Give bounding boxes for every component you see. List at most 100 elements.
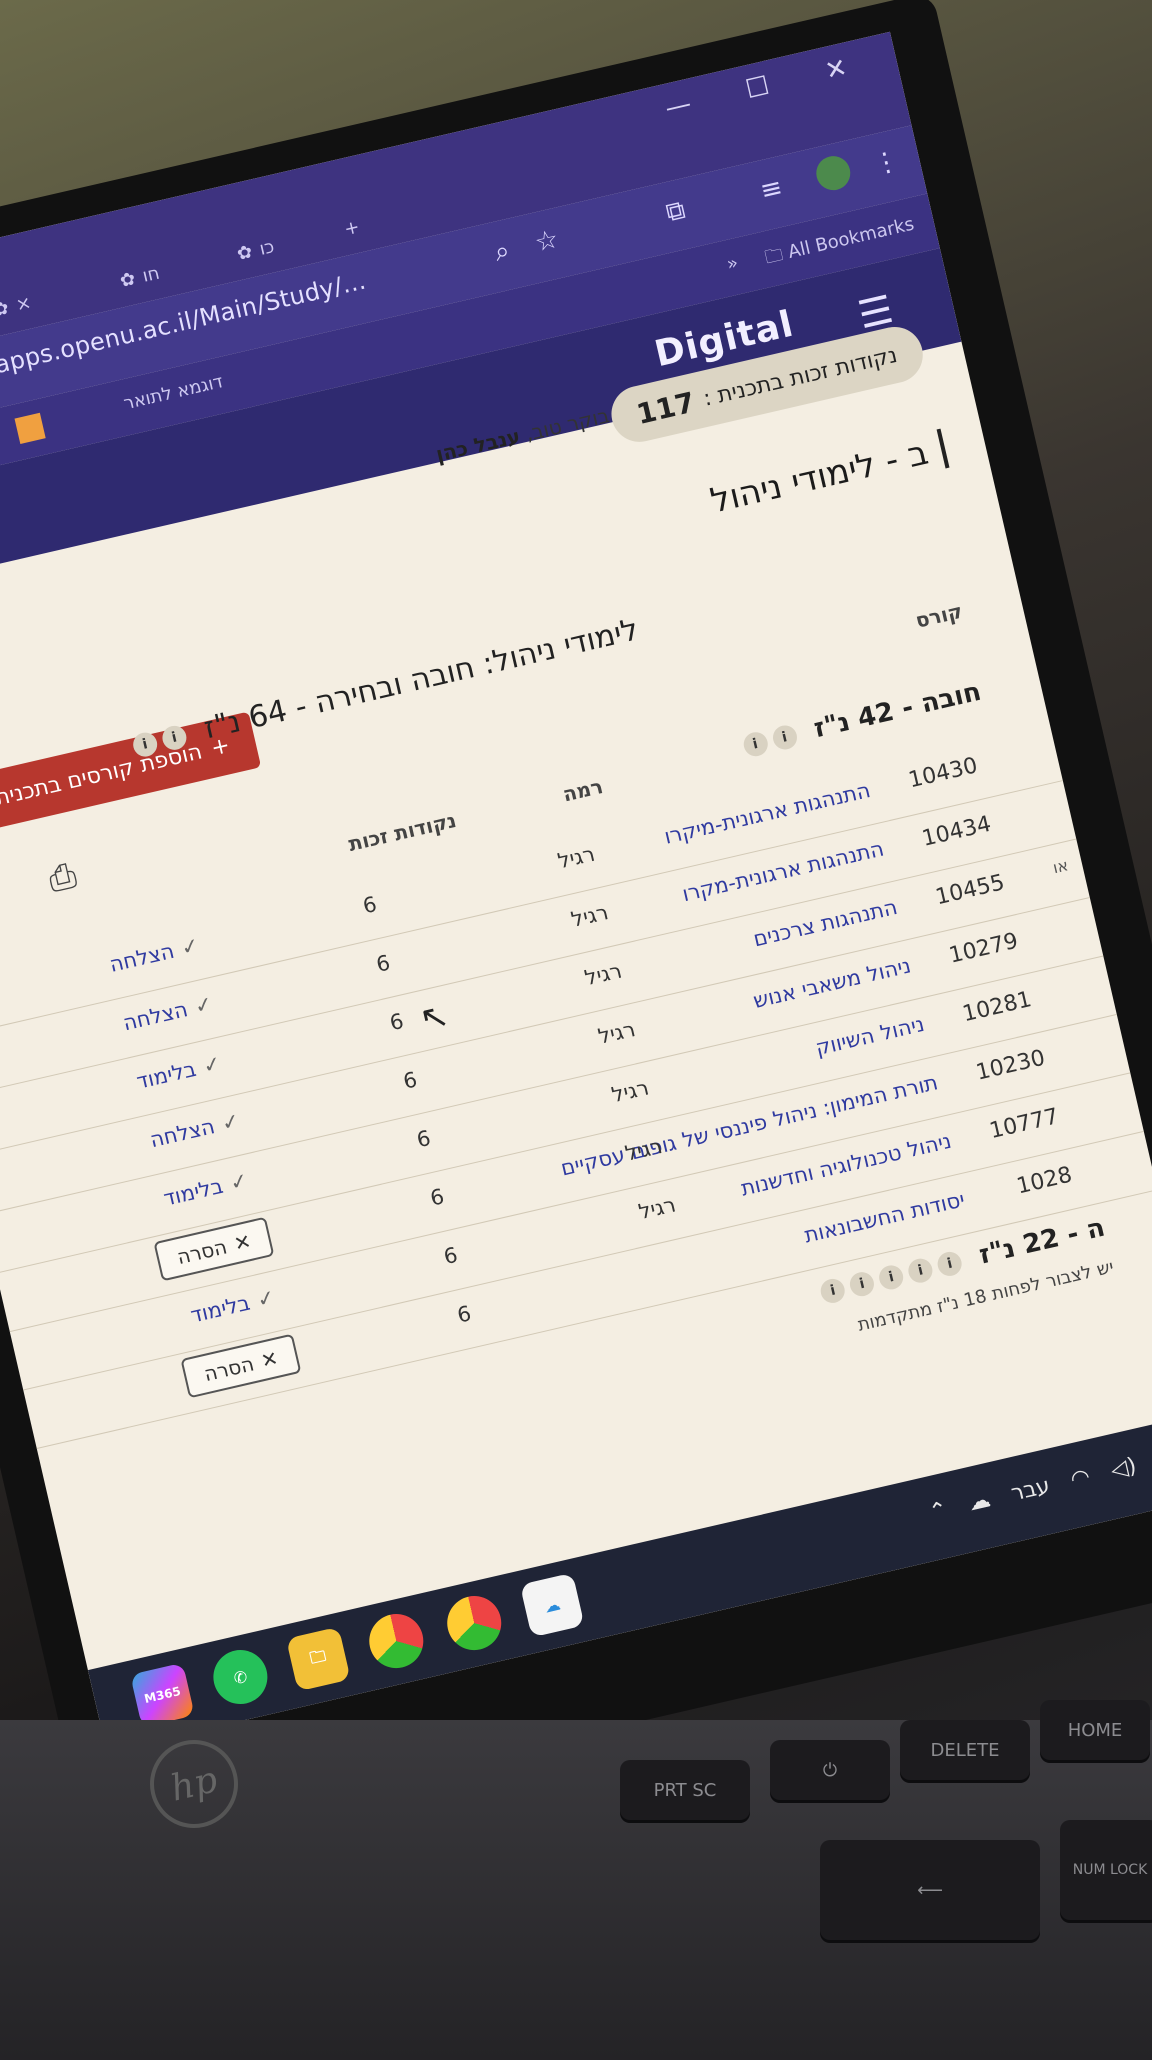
bookmark-icon[interactable] (14, 412, 46, 444)
check-icon: ✓ (219, 1108, 242, 1136)
course-level: רגיל (568, 900, 611, 932)
plus-icon: + (342, 215, 362, 240)
course-points: 6 (455, 1301, 474, 1328)
icloud-icon[interactable]: ☁ (519, 1572, 585, 1638)
course-points: 6 (401, 1067, 420, 1094)
chevron-up-icon[interactable]: ⌃ (927, 1497, 951, 1526)
or-label: או (1051, 855, 1070, 878)
maximize-icon[interactable]: ☐ (743, 71, 772, 105)
key-power: ⏻ (770, 1740, 890, 1800)
tab-close-icon[interactable]: × (14, 292, 33, 316)
course-level: רגיל (555, 841, 598, 874)
info-icon[interactable]: i (876, 1262, 906, 1292)
course-level: רגיל (582, 958, 624, 991)
course-code: 10281 (960, 987, 1035, 1028)
course-status: ✓ הצלחה (121, 991, 215, 1035)
course-level: רגיל (636, 1192, 678, 1225)
column-header-points: נקודות זכות (346, 807, 459, 857)
key-home: HOME (1040, 1700, 1150, 1760)
onedrive-icon[interactable]: ☁ (966, 1487, 993, 1516)
info-icon[interactable]: i (935, 1248, 965, 1278)
whatsapp-icon[interactable]: ✆ (208, 1644, 273, 1710)
display: ✿ ני ✿ × ✿ חו ✿ כו + — ☐ ✕ ⇌ (0, 31, 1152, 1753)
status-label: הצלחה (120, 997, 190, 1036)
check-icon: ✓ (227, 1168, 251, 1196)
course-code: 10279 (946, 928, 1021, 969)
course-code: 1028 (1014, 1162, 1075, 1200)
info-icon[interactable]: i (130, 729, 160, 759)
more-menu-icon[interactable]: ⋮ (870, 145, 902, 180)
tab-label: כו (257, 235, 277, 260)
course-code: 10434 (919, 811, 994, 852)
status-label: בלימוד (161, 1173, 226, 1211)
course-level: רגיל (595, 1017, 638, 1049)
key-backspace: ⟵ (820, 1840, 1040, 1940)
info-icon[interactable]: i (770, 722, 799, 752)
course-status: ✓ הצלחה (107, 933, 201, 977)
laptop-screen: ✿ ני ✿ × ✿ חו ✿ כו + — ☐ ✕ ⇌ (0, 0, 1152, 1849)
wifi-icon[interactable]: ◠ (1068, 1464, 1092, 1493)
m365-icon[interactable]: M365 (130, 1662, 195, 1728)
course-code: 10430 (906, 753, 981, 794)
info-icon[interactable]: i (906, 1255, 935, 1285)
status-label: הצלחה (107, 938, 177, 977)
group-mandatory-label: חובה - 42 נ"ז (811, 676, 984, 745)
info-icon[interactable]: i (159, 722, 189, 752)
more-bookmarks-icon[interactable]: » (725, 252, 740, 275)
all-bookmarks-label: All Bookmarks (786, 213, 917, 263)
course-points: 6 (360, 891, 379, 919)
new-tab-button[interactable]: + (326, 202, 378, 255)
requirement-title: לימודי ניהול: חובה ובחירה - 64 נ"ז i i (129, 612, 642, 763)
print-icon[interactable]: ⎙ (45, 855, 81, 900)
check-icon: ✓ (200, 1051, 224, 1079)
tab-icon: ✿ (117, 267, 138, 292)
m365-label: M365 (142, 1684, 183, 1707)
course-code: 10230 (973, 1045, 1048, 1086)
section-title: ב - לימודי ניהול (706, 428, 950, 522)
check-icon: ✓ (178, 932, 202, 961)
minimize-icon[interactable]: — (662, 89, 694, 124)
check-icon: ✓ (254, 1284, 278, 1313)
course-status: ✓ בלימוד (188, 1285, 277, 1328)
file-explorer-icon[interactable]: 🗀 (285, 1626, 351, 1692)
language-indicator[interactable]: עבר (1009, 1473, 1053, 1506)
status-label: בלימוד (188, 1290, 253, 1328)
star-icon[interactable]: ☆ (532, 224, 561, 258)
key-delete: DELETE (900, 1720, 1030, 1780)
info-icon[interactable]: i (740, 729, 770, 759)
course-points: 6 (441, 1242, 460, 1270)
key-prtsc: PRT SC (620, 1760, 750, 1820)
course-points: 6 (428, 1184, 447, 1211)
course-code: 10777 (987, 1104, 1062, 1145)
reading-list-icon[interactable]: ≡ (757, 172, 785, 206)
zoom-icon[interactable]: ⌕ (492, 235, 513, 268)
bookmark-example[interactable]: דוגמא לתואר (122, 371, 225, 414)
course-level: רגיל (622, 1133, 665, 1166)
profile-avatar[interactable] (812, 152, 854, 194)
column-header-level: רמה (560, 774, 606, 807)
status-label: הצלחה (147, 1114, 217, 1153)
volume-icon[interactable]: ◁) (1108, 1453, 1138, 1483)
course-points: 6 (414, 1125, 433, 1153)
course-points: 6 (387, 1008, 406, 1036)
course-status: ✓ הצלחה (148, 1108, 242, 1152)
close-icon: ✕ (258, 1345, 281, 1373)
info-icon[interactable]: i (847, 1269, 877, 1299)
status-label: בלימוד (134, 1056, 199, 1094)
close-window-icon[interactable]: ✕ (822, 53, 850, 87)
course-name[interactable]: ניהול השיווק (813, 1012, 926, 1060)
chrome-icon[interactable] (441, 1590, 507, 1656)
remove-label: הסרה (174, 1234, 230, 1270)
tab-icon: ✿ (0, 296, 11, 321)
tab-label: חו (140, 262, 162, 287)
column-header-course: קורס (913, 598, 965, 633)
course-status: ✓ בלימוד (134, 1051, 223, 1094)
tab-icon: ✿ (234, 240, 255, 265)
chrome-icon[interactable] (363, 1608, 429, 1674)
points-value: 117 (633, 385, 698, 431)
info-icon[interactable]: i (818, 1275, 848, 1305)
info-icons: i i (740, 722, 799, 759)
course-status: ✓ בלימוד (161, 1168, 250, 1211)
extensions-icon[interactable]: ⧉ (663, 195, 688, 229)
check-icon: ✓ (192, 991, 215, 1019)
